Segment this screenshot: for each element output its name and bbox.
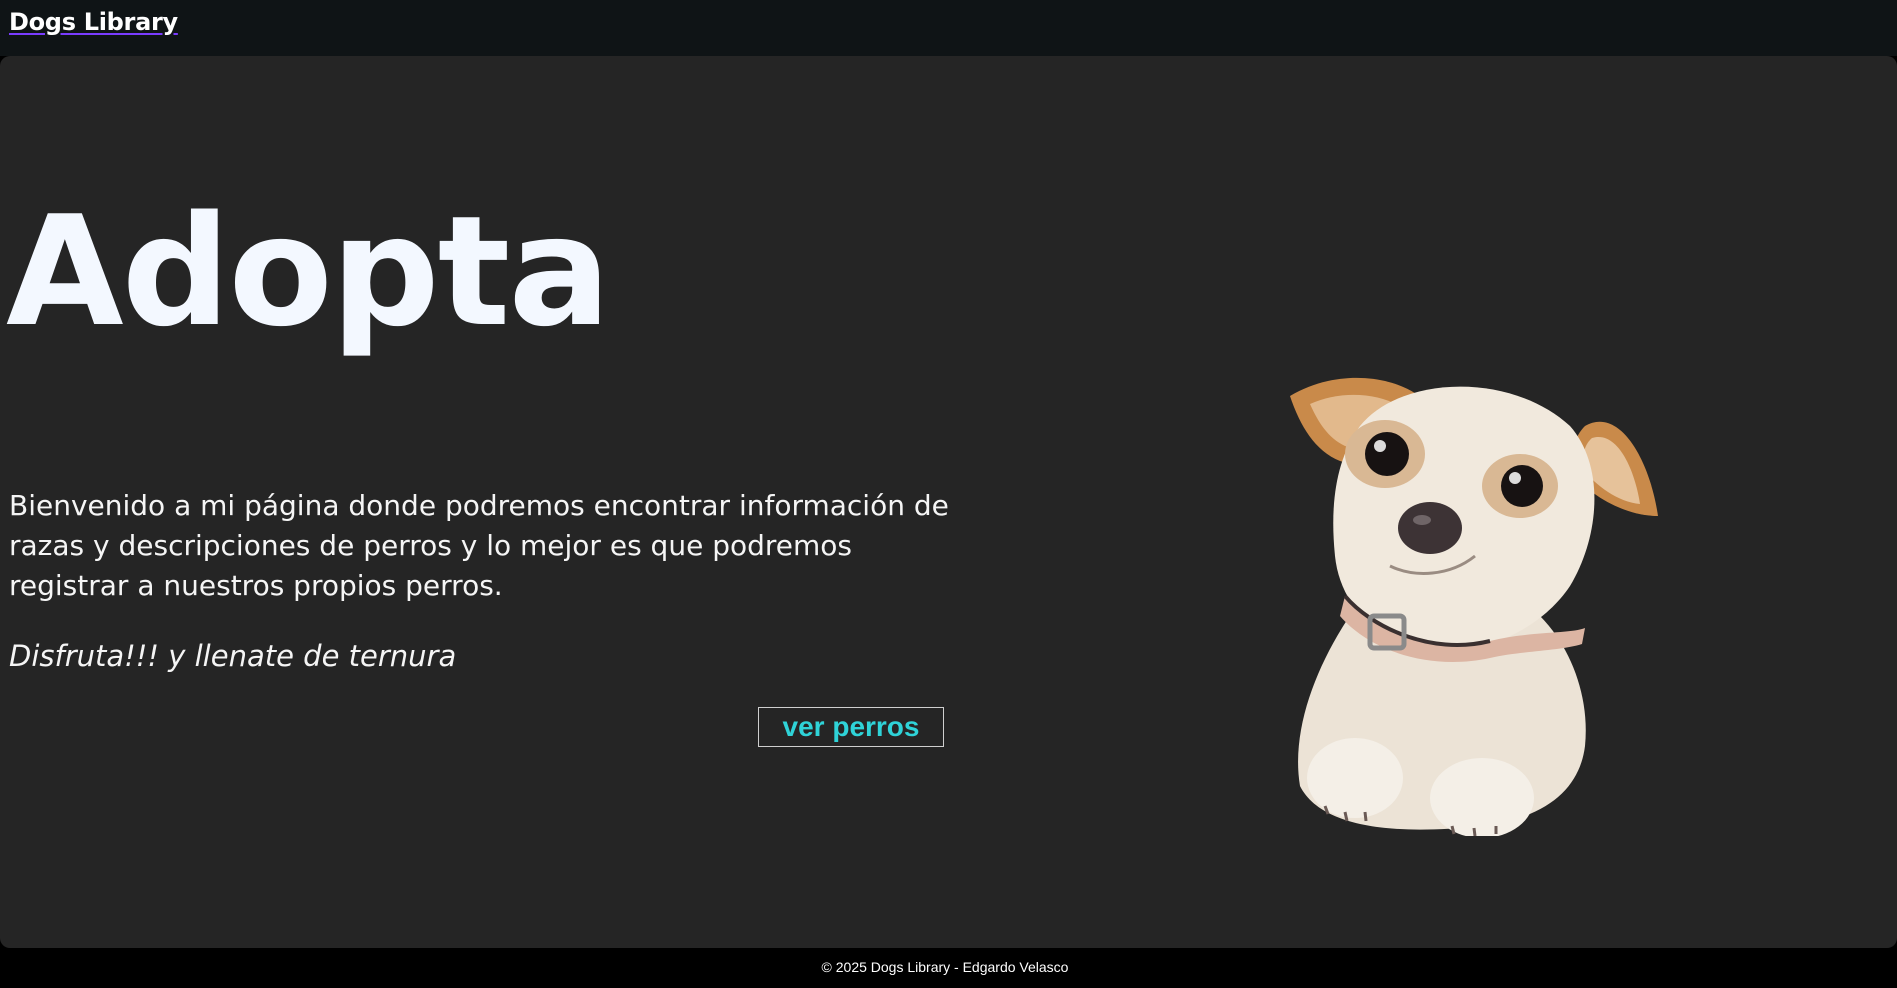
page: Dogs Library Adopta Bienvenido a mi pági… [0,0,1897,988]
intro-text: Bienvenido a mi página donde podremos en… [9,489,949,602]
dog-right-eye [1501,465,1543,507]
dog-image [1290,377,1658,836]
footer: © 2025 Dogs Library - Edgardo Velasco [0,948,1897,988]
dog-left-paw [1307,738,1403,818]
tagline: Disfruta!!! y llenate de ternura [9,639,457,673]
navbar: Dogs Library [0,0,1897,56]
hero-title: Adopta [6,183,611,360]
hero-section: Adopta Bienvenido a mi página donde podr… [0,56,1897,948]
dog-right-paw [1430,758,1534,836]
footer-copyright: © 2025 Dogs Library - Edgardo Velasco [821,959,1069,975]
ver-perros-button[interactable]: ver perros [758,707,944,747]
dog-nose [1398,502,1462,554]
brand-link[interactable]: Dogs Library [9,8,178,36]
dog-left-eye [1365,432,1409,476]
